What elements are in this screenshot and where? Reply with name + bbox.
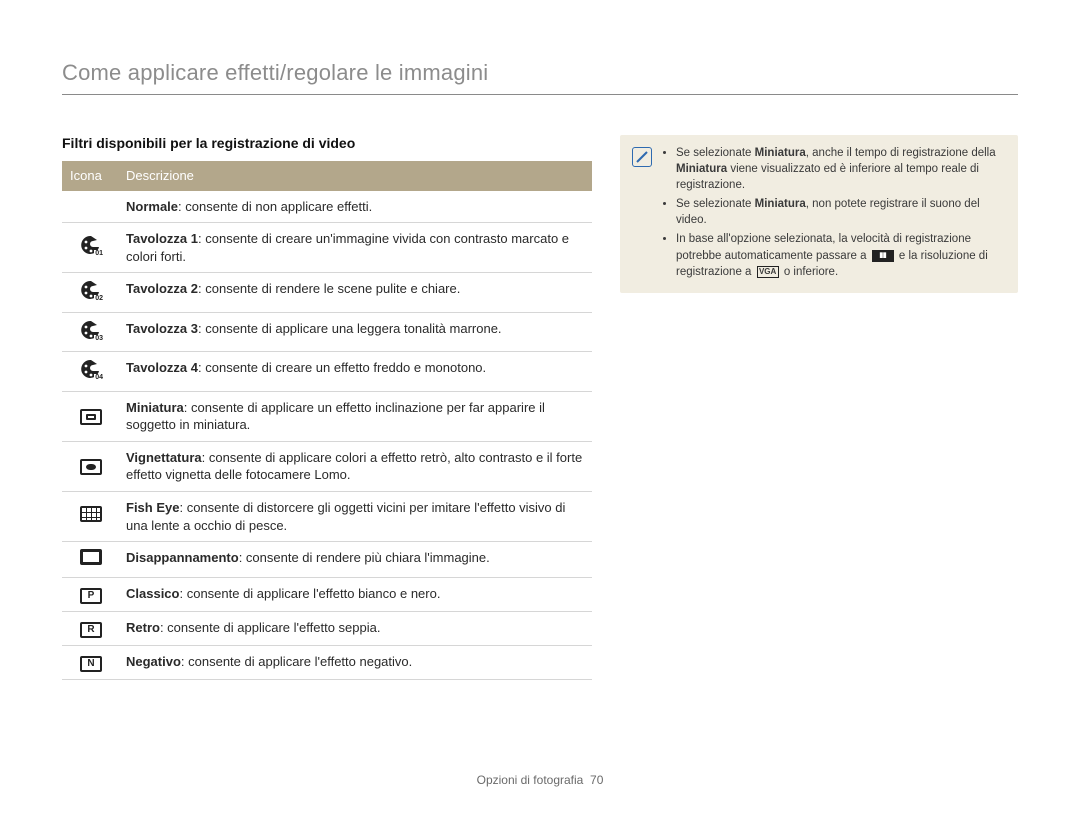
retro-icon: R bbox=[80, 622, 102, 638]
palette-1-icon: 01 bbox=[80, 235, 102, 255]
palette-2-icon: 02 bbox=[80, 280, 102, 300]
col-header-icon: Icona bbox=[62, 161, 118, 191]
filter-desc: : consente di applicare l'effetto seppia… bbox=[160, 620, 381, 635]
classic-icon: P bbox=[80, 588, 102, 604]
table-row: Disappannamento: consente di rendere più… bbox=[62, 542, 592, 578]
filter-desc: : consente di applicare un effetto incli… bbox=[126, 400, 545, 433]
table-row: 04 Tavolozza 4: consente di creare un ef… bbox=[62, 352, 592, 392]
note-item: Se selezionate Miniatura, anche il tempo… bbox=[676, 145, 1004, 193]
page-title: Come applicare effetti/regolare le immag… bbox=[62, 60, 1018, 95]
vignette-icon bbox=[80, 459, 102, 475]
footer-page-number: 70 bbox=[590, 773, 603, 787]
filters-table: Icona Descrizione OFF Normale: consente … bbox=[62, 161, 592, 680]
defog-icon bbox=[80, 549, 102, 565]
negative-icon: N bbox=[80, 656, 102, 672]
palette-4-icon: 04 bbox=[80, 359, 102, 379]
fps-icon: ▮▮ bbox=[872, 250, 894, 262]
filter-name: Classico bbox=[126, 586, 179, 601]
note-item: In base all'opzione selezionata, la velo… bbox=[676, 231, 1004, 279]
filter-desc: : consente di distorcere gli oggetti vic… bbox=[126, 500, 565, 533]
table-row: 03 Tavolozza 3: consente di applicare un… bbox=[62, 312, 592, 352]
filter-desc: : consente di rendere più chiara l'immag… bbox=[239, 550, 490, 565]
table-row: N Negativo: consente di applicare l'effe… bbox=[62, 645, 592, 679]
filter-desc: : consente di rendere le scene pulite e … bbox=[198, 281, 460, 296]
table-row: Fish Eye: consente di distorcere gli ogg… bbox=[62, 492, 592, 542]
filter-name: Tavolozza 1 bbox=[126, 231, 198, 246]
filter-name: Vignettatura bbox=[126, 450, 202, 465]
table-row: P Classico: consente di applicare l'effe… bbox=[62, 577, 592, 611]
filter-name: Normale bbox=[126, 199, 178, 214]
palette-3-icon: 03 bbox=[80, 320, 102, 340]
filter-name: Tavolozza 3 bbox=[126, 321, 198, 336]
col-header-desc: Descrizione bbox=[118, 161, 592, 191]
table-row: R Retro: consente di applicare l'effetto… bbox=[62, 611, 592, 645]
note-box: Se selezionate Miniatura, anche il tempo… bbox=[620, 135, 1018, 293]
note-item: Se selezionate Miniatura, non potete reg… bbox=[676, 196, 1004, 228]
filter-desc: : consente di creare un effetto freddo e… bbox=[198, 360, 486, 375]
table-row: OFF Normale: consente di non applicare e… bbox=[62, 191, 592, 223]
filter-name: Tavolozza 2 bbox=[126, 281, 198, 296]
filter-name: Retro bbox=[126, 620, 160, 635]
filter-desc: : consente di applicare l'effetto bianco… bbox=[179, 586, 440, 601]
filter-name: Disappannamento bbox=[126, 550, 239, 565]
page-footer: Opzioni di fotografia 70 bbox=[0, 773, 1080, 787]
note-info-icon bbox=[632, 147, 652, 167]
table-row: 01 Tavolozza 1: consente di creare un'im… bbox=[62, 223, 592, 273]
filter-desc: : consente di applicare una leggera tona… bbox=[198, 321, 502, 336]
table-row: Miniatura: consente di applicare un effe… bbox=[62, 391, 592, 441]
filter-desc: : consente di applicare l'effetto negati… bbox=[181, 654, 412, 669]
fisheye-icon bbox=[80, 506, 102, 522]
filter-name: Negativo bbox=[126, 654, 181, 669]
miniature-icon bbox=[80, 409, 102, 425]
filter-name: Miniatura bbox=[126, 400, 184, 415]
filter-name: Fish Eye bbox=[126, 500, 179, 515]
footer-label: Opzioni di fotografia bbox=[477, 773, 584, 787]
filter-name: Tavolozza 4 bbox=[126, 360, 198, 375]
vga-icon: VGA bbox=[757, 266, 779, 278]
table-row: 02 Tavolozza 2: consente di rendere le s… bbox=[62, 273, 592, 313]
section-subheading: Filtri disponibili per la registrazione … bbox=[62, 135, 592, 151]
filter-desc: : consente di non applicare effetti. bbox=[178, 199, 372, 214]
table-row: Vignettatura: consente di applicare colo… bbox=[62, 441, 592, 491]
